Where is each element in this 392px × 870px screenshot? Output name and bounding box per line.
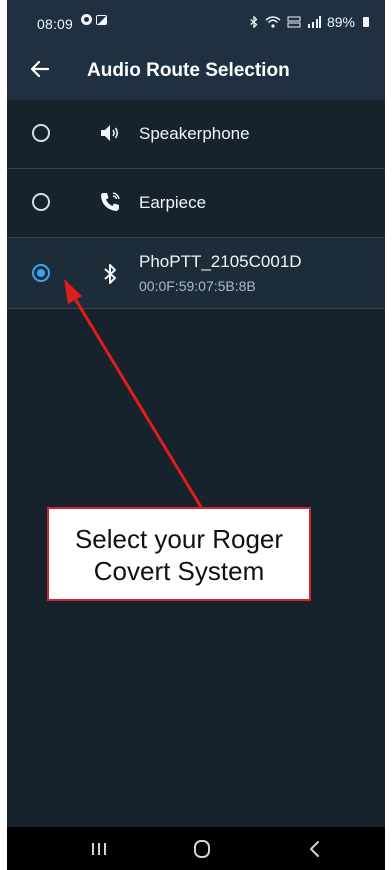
- phone-handset-icon: [101, 192, 120, 211]
- system-nav-bar: [7, 827, 385, 870]
- status-time: 08:09: [37, 16, 74, 32]
- radio-button[interactable]: [32, 124, 50, 142]
- wifi-icon: [265, 16, 281, 28]
- device-mac-address: 00:0F:59:07:5B:8B: [139, 278, 256, 294]
- image-icon: [96, 14, 107, 25]
- bluetooth-icon: [250, 16, 258, 28]
- battery-percent: 89%: [326, 14, 355, 30]
- battery-icon: [363, 17, 369, 27]
- page-title: Audio Route Selection: [87, 60, 290, 81]
- signal-icon: [307, 16, 321, 28]
- home-icon[interactable]: [190, 837, 214, 861]
- annotation-callout: Select your Roger Covert System: [47, 507, 311, 601]
- volte-icon: [287, 16, 301, 28]
- radio-button[interactable]: [32, 193, 50, 211]
- status-bar: 08:09 89%: [7, 0, 385, 40]
- route-label: Earpiece: [139, 193, 207, 212]
- phone-screen: 08:09 89% Audio Route Selection Speakerp…: [7, 0, 385, 870]
- callout-line-1: Select your Roger: [74, 524, 284, 554]
- arrow-left-icon[interactable]: [25, 54, 55, 84]
- app-bar: Audio Route Selection: [7, 40, 385, 100]
- callout-line-2: Covert System: [93, 556, 265, 586]
- bluetooth-icon: [104, 264, 116, 284]
- speaker-icon: [101, 125, 119, 141]
- audio-route-list: Speakerphone Earpiece PhoPTT_2105C001D 0…: [7, 100, 385, 309]
- back-chevron-icon[interactable]: [303, 837, 327, 861]
- route-item-bluetooth-device[interactable]: PhoPTT_2105C001D 00:0F:59:07:5B:8B: [7, 238, 385, 309]
- location-dot-icon: [81, 14, 92, 25]
- route-item-speakerphone[interactable]: Speakerphone: [7, 100, 385, 169]
- radio-button-selected[interactable]: [32, 264, 50, 282]
- recent-apps-icon[interactable]: [87, 837, 111, 861]
- route-item-earpiece[interactable]: Earpiece: [7, 169, 385, 238]
- route-label: PhoPTT_2105C001D: [139, 252, 302, 271]
- route-label: Speakerphone: [139, 124, 250, 143]
